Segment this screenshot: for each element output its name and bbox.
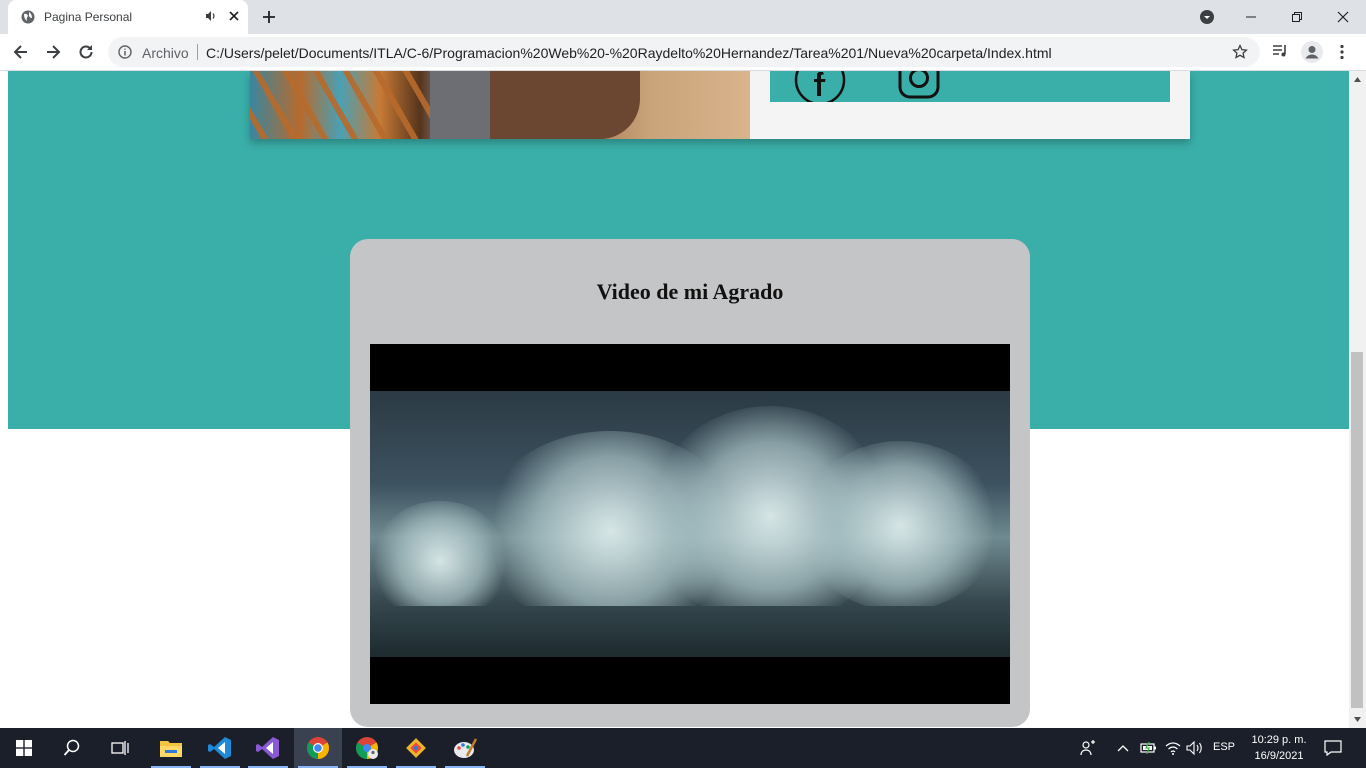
task-view-icon	[111, 741, 129, 755]
instagram-icon[interactable]	[898, 71, 940, 99]
video-card: Video de mi Agrado	[350, 239, 1030, 727]
search-icon	[63, 739, 80, 756]
page-viewport: Video de mi Agrado	[0, 71, 1349, 728]
wifi-icon	[1165, 742, 1181, 755]
clock-date: 16/9/2021	[1254, 750, 1304, 762]
visual-studio-icon	[256, 737, 279, 759]
tab-strip: Pagina Personal	[0, 0, 1366, 34]
scroll-thumb[interactable]	[1351, 352, 1363, 708]
video-title: Video de mi Agrado	[596, 279, 784, 304]
network-button[interactable]	[1162, 728, 1184, 768]
media-control-icon[interactable]	[1271, 42, 1289, 60]
chrome-profile-icon	[356, 737, 378, 759]
reload-icon[interactable]	[76, 42, 96, 62]
windows-taskbar: ESP 10:29 p. m. 16/9/2021	[0, 728, 1366, 768]
info-icon[interactable]	[118, 45, 132, 59]
chevron-up-icon	[1117, 745, 1129, 752]
restore-icon	[1292, 12, 1302, 22]
browser-tab[interactable]: Pagina Personal	[8, 0, 248, 34]
page-scrollbar[interactable]	[1349, 71, 1366, 728]
battery-button[interactable]	[1138, 728, 1160, 768]
taskbar-paint[interactable]	[441, 728, 489, 768]
folder-icon	[160, 741, 182, 757]
taskbar-visual-studio[interactable]	[244, 728, 292, 768]
profile-avatar[interactable]	[1301, 41, 1323, 63]
globe-icon	[21, 10, 35, 24]
people-button[interactable]	[1076, 728, 1100, 768]
photo-arm	[490, 71, 640, 139]
system-clock[interactable]: 10:29 p. m. 16/9/2021	[1244, 732, 1314, 764]
restore-button[interactable]	[1274, 0, 1320, 34]
close-icon	[1337, 11, 1349, 23]
social-links-box	[770, 71, 1170, 102]
person-icon	[1305, 46, 1319, 59]
back-arrow-icon[interactable]	[11, 42, 31, 62]
url-text[interactable]: C:/Users/pelet/Documents/ITLA/C-6/Progra…	[206, 45, 1052, 61]
address-bar[interactable]: Archivo C:/Users/pelet/Documents/ITLA/C-…	[108, 37, 1260, 67]
speaker-icon[interactable]	[205, 10, 217, 22]
tab-search-icon[interactable]	[1199, 9, 1215, 25]
vscode-icon	[208, 737, 231, 759]
profile-card	[250, 71, 1190, 139]
more-menu-icon[interactable]	[1333, 43, 1351, 61]
volume-button[interactable]	[1184, 728, 1206, 768]
input-language[interactable]: ESP	[1213, 741, 1235, 753]
tab-title: Pagina Personal	[44, 10, 133, 24]
close-tab-icon[interactable]	[227, 9, 241, 23]
video-player[interactable]	[370, 344, 1010, 704]
volume-icon	[1186, 741, 1202, 755]
facebook-icon[interactable]	[794, 71, 846, 102]
sea-surface	[370, 606, 1010, 657]
git-icon	[406, 738, 426, 758]
minimize-button[interactable]	[1228, 0, 1274, 34]
address-separator	[197, 44, 198, 60]
profile-photo	[250, 71, 750, 139]
new-tab-icon[interactable]	[261, 9, 277, 25]
clock-time: 10:29 p. m.	[1251, 734, 1307, 746]
paint-icon	[454, 738, 477, 758]
taskbar-git[interactable]	[392, 728, 440, 768]
taskbar-vscode[interactable]	[196, 728, 244, 768]
browser-toolbar: Archivo C:/Users/pelet/Documents/ITLA/C-…	[0, 34, 1366, 71]
search-button[interactable]	[48, 728, 96, 768]
chrome-icon	[307, 737, 329, 759]
wave-splash	[800, 441, 1000, 611]
show-hidden-icons-button[interactable]	[1114, 728, 1132, 768]
notification-icon	[1324, 740, 1342, 756]
windows-logo-icon	[16, 740, 32, 756]
close-window-button[interactable]	[1320, 0, 1366, 34]
scroll-up-icon[interactable]	[1353, 75, 1362, 84]
bookmark-star-icon[interactable]	[1232, 44, 1248, 60]
scroll-down-icon[interactable]	[1353, 715, 1362, 724]
minimize-icon	[1246, 16, 1256, 18]
photo-lattice	[250, 71, 440, 139]
taskbar-file-explorer[interactable]	[147, 728, 195, 768]
action-center-button[interactable]	[1318, 728, 1348, 768]
forward-arrow-icon[interactable]	[43, 42, 63, 62]
video-frame-waves	[370, 391, 1010, 657]
people-icon	[1080, 740, 1095, 756]
taskbar-chrome-profile[interactable]	[343, 728, 391, 768]
security-label: Archivo	[142, 45, 189, 61]
task-view-button[interactable]	[96, 728, 144, 768]
start-button[interactable]	[0, 728, 48, 768]
wave-splash	[370, 501, 510, 621]
taskbar-chrome[interactable]	[294, 728, 342, 768]
battery-icon	[1140, 742, 1156, 754]
